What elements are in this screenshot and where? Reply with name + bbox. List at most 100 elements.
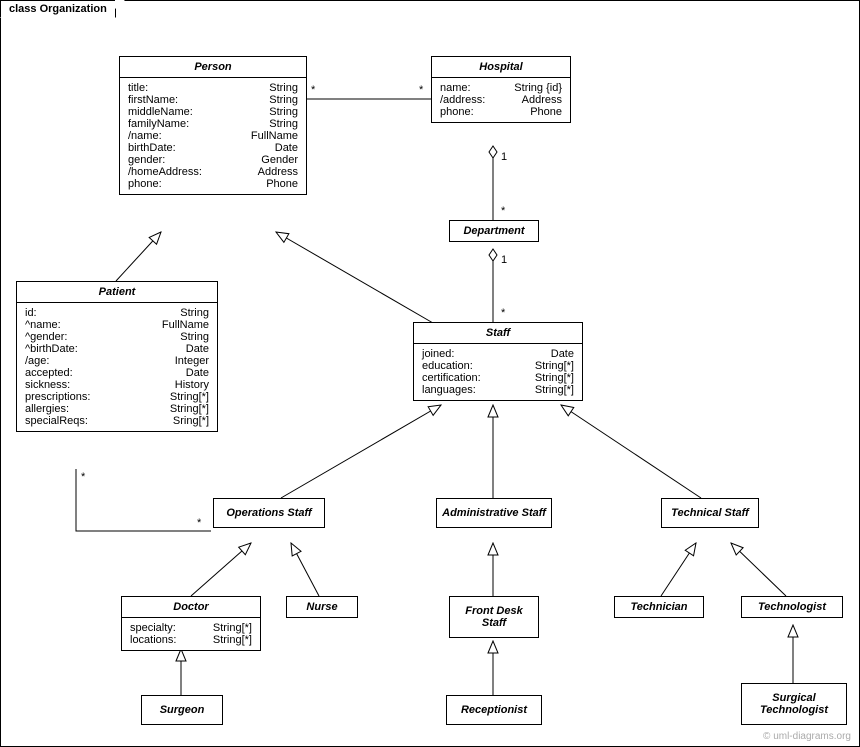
attribute-name: name: <box>440 82 471 94</box>
attribute-row: gender:Gender <box>128 154 298 166</box>
attribute-type: Phone <box>530 106 562 118</box>
attribute-type: String {id} <box>514 82 562 94</box>
attribute-row: ^gender: String <box>25 331 209 343</box>
class-hospital: Hospital name: String {id}/address:Addres… <box>431 56 571 123</box>
class-title: Staff <box>414 323 582 344</box>
class-front-desk-staff: Front Desk Staff <box>449 596 539 638</box>
attribute-name: birthDate: <box>128 142 176 154</box>
attribute-type: Address <box>258 166 298 178</box>
attribute-type: Date <box>275 142 298 154</box>
diagram-frame: class Organization <box>0 0 860 747</box>
attribute-row: education: String[*] <box>422 360 574 372</box>
attribute-row: middleName:String <box>128 106 298 118</box>
attribute-type: String <box>269 94 298 106</box>
class-attrs: specialty:String[*]locations:String[*] <box>122 618 260 650</box>
frame-title: class Organization <box>9 3 107 15</box>
attribute-row: sickness:History <box>25 379 209 391</box>
attribute-row: certification:String[*] <box>422 372 574 384</box>
mult-hosp-dept-n: * <box>501 205 505 217</box>
attribute-name: allergies: <box>25 403 69 415</box>
attribute-name: middleName: <box>128 106 193 118</box>
attribute-type: Date <box>186 343 209 355</box>
class-title: Receptionist <box>447 696 541 724</box>
class-doctor: Doctor specialty:String[*]locations:Stri… <box>121 596 261 651</box>
attribute-type: FullName <box>251 130 298 142</box>
class-technician: Technician <box>614 596 704 618</box>
attribute-name: phone: <box>128 178 162 190</box>
attribute-row: /name: FullName <box>128 130 298 142</box>
attribute-row: phone: Phone <box>128 178 298 190</box>
attribute-type: Phone <box>266 178 298 190</box>
attribute-name: /homeAddress: <box>128 166 202 178</box>
class-technologist: Technologist <box>741 596 843 618</box>
class-title: Person <box>120 57 306 78</box>
mult-patient-ops-1: * <box>81 471 85 483</box>
attribute-name: ^name: <box>25 319 61 331</box>
class-attrs: name: String {id}/address:Addressphone: Ph… <box>432 78 570 122</box>
attribute-name: education: <box>422 360 473 372</box>
mult-dept-staff-n: * <box>501 307 505 319</box>
attribute-row: firstName:String <box>128 94 298 106</box>
attribute-row: languages:String[*] <box>422 384 574 396</box>
attribute-name: specialReqs: <box>25 415 88 427</box>
attribute-name: sickness: <box>25 379 70 391</box>
attribute-row: prescriptions: String[*] <box>25 391 209 403</box>
attribute-type: String <box>180 307 209 319</box>
attribute-type: Date <box>186 367 209 379</box>
frame-title-tab: class Organization <box>0 0 116 18</box>
attribute-type: String[*] <box>170 403 209 415</box>
attribute-type: String <box>180 331 209 343</box>
attribute-row: /age: Integer <box>25 355 209 367</box>
attribute-name: title: <box>128 82 148 94</box>
class-surgeon: Surgeon <box>141 695 223 725</box>
attribute-type: String[*] <box>535 384 574 396</box>
attribute-row: specialReqs: Sring[*] <box>25 415 209 427</box>
class-attrs: joined:Dateeducation: String[*]certificat… <box>414 344 582 400</box>
attribute-row: specialty:String[*] <box>130 622 252 634</box>
attribute-name: familyName: <box>128 118 189 130</box>
class-operations-staff: Operations Staff <box>213 498 325 528</box>
attribute-name: joined: <box>422 348 454 360</box>
class-attrs: id:String^name:FullName^gender:String^bi… <box>17 303 217 431</box>
attribute-row: title: String <box>128 82 298 94</box>
attribute-type: Integer <box>175 355 209 367</box>
attribute-name: accepted: <box>25 367 73 379</box>
class-administrative-staff: Administrative Staff <box>436 498 552 528</box>
class-person: Person title: StringfirstName:Stringmiddl… <box>119 56 307 195</box>
attribute-name: gender: <box>128 154 165 166</box>
attribute-row: locations:String[*] <box>130 634 252 646</box>
attribute-row: ^name:FullName <box>25 319 209 331</box>
class-title: Front Desk Staff <box>450 597 538 637</box>
attribute-type: Sring[*] <box>173 415 209 427</box>
attribute-row: joined:Date <box>422 348 574 360</box>
class-technical-staff: Technical Staff <box>661 498 759 528</box>
attribute-name: ^gender: <box>25 331 67 343</box>
class-title: Operations Staff <box>214 499 324 527</box>
class-title: Administrative Staff <box>437 499 551 527</box>
attribute-type: Address <box>522 94 562 106</box>
attribute-name: /name: <box>128 130 162 142</box>
class-title: Technician <box>615 597 703 617</box>
attribute-type: String[*] <box>213 622 252 634</box>
attribute-type: String <box>269 82 298 94</box>
attribute-row: /homeAddress: Address <box>128 166 298 178</box>
attribute-name: prescriptions: <box>25 391 90 403</box>
attribute-type: String[*] <box>170 391 209 403</box>
attribute-name: /age: <box>25 355 49 367</box>
attribute-name: phone: <box>440 106 474 118</box>
class-staff: Staff joined:Dateeducation: String[*]cert… <box>413 322 583 401</box>
attribute-type: String[*] <box>535 372 574 384</box>
class-title: Nurse <box>287 597 357 617</box>
mult-dept-staff-1: 1 <box>501 254 507 266</box>
attribute-name: locations: <box>130 634 176 646</box>
attribute-type: String[*] <box>535 360 574 372</box>
attribute-row: id:String <box>25 307 209 319</box>
class-title: Doctor <box>122 597 260 618</box>
class-attrs: title:StringfirstName:StringmiddleName:S… <box>120 78 306 194</box>
class-title: Patient <box>17 282 217 303</box>
mult-hospital-side: * <box>419 84 423 96</box>
mult-person-side: * <box>311 84 315 96</box>
attribute-row: /address:Address <box>440 94 562 106</box>
class-title: Hospital <box>432 57 570 78</box>
attribute-row: phone: Phone <box>440 106 562 118</box>
